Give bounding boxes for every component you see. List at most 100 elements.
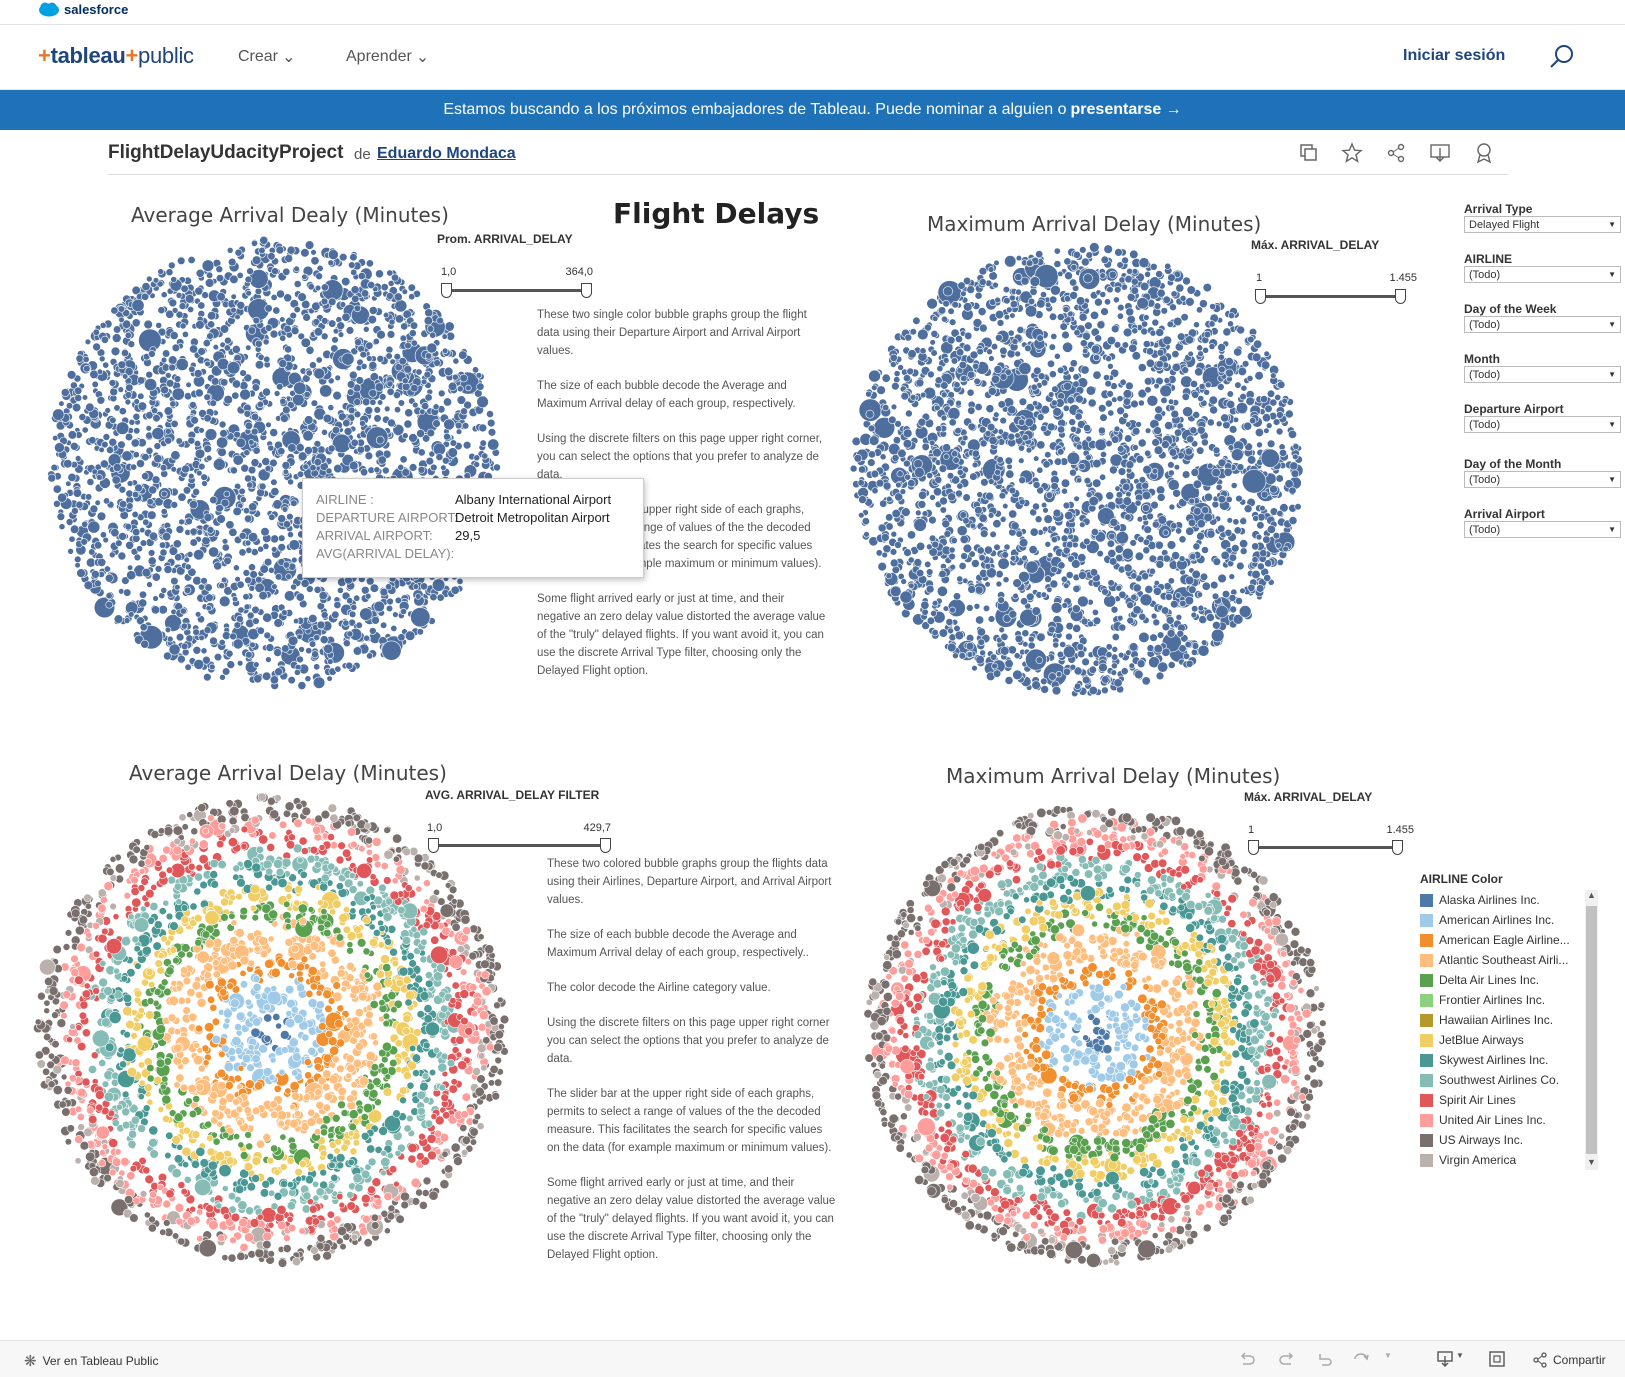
- bubble[interactable]: [189, 344, 199, 354]
- bubble[interactable]: [1185, 526, 1195, 536]
- bubble[interactable]: [1040, 291, 1048, 299]
- bubble[interactable]: [257, 545, 264, 553]
- bubble[interactable]: [1092, 370, 1102, 380]
- bubble[interactable]: [1131, 327, 1139, 335]
- bubble[interactable]: [1155, 328, 1165, 337]
- bubble[interactable]: [209, 399, 217, 407]
- bubble[interactable]: [988, 436, 998, 446]
- bubble[interactable]: [1166, 628, 1176, 638]
- bubble[interactable]: [1104, 380, 1112, 388]
- bubble[interactable]: [203, 513, 213, 522]
- bubble[interactable]: [1130, 277, 1139, 286]
- bubble[interactable]: [1070, 425, 1078, 433]
- bubble[interactable]: [1083, 537, 1091, 546]
- bubble[interactable]: [124, 523, 133, 531]
- bubble[interactable]: [1148, 554, 1157, 563]
- bubble[interactable]: [1189, 552, 1197, 560]
- bubble[interactable]: [160, 586, 168, 594]
- bubble[interactable]: [1044, 451, 1052, 459]
- bubble[interactable]: [486, 410, 494, 418]
- bubble[interactable]: [404, 630, 416, 641]
- bubble[interactable]: [232, 506, 242, 517]
- bubble[interactable]: [1140, 281, 1150, 292]
- bubble[interactable]: [988, 355, 995, 362]
- bubble[interactable]: [175, 291, 183, 299]
- bubble[interactable]: [282, 561, 290, 569]
- bubble[interactable]: [1241, 360, 1250, 368]
- bubble[interactable]: [1105, 651, 1113, 659]
- bubble[interactable]: [86, 478, 95, 486]
- bubble[interactable]: [110, 528, 120, 538]
- bubble[interactable]: [992, 281, 999, 289]
- bubble[interactable]: [1173, 464, 1181, 471]
- bubble[interactable]: [1239, 547, 1248, 555]
- bubble[interactable]: [92, 328, 100, 336]
- bubble[interactable]: [1239, 539, 1249, 549]
- bubble[interactable]: [1050, 525, 1057, 532]
- bubble[interactable]: [1140, 327, 1149, 336]
- bubble[interactable]: [1217, 343, 1226, 352]
- bubble[interactable]: [956, 468, 964, 476]
- bubble[interactable]: [213, 458, 226, 471]
- bubble[interactable]: [72, 488, 83, 498]
- bubble[interactable]: [1091, 608, 1099, 616]
- bubble[interactable]: [1069, 278, 1078, 287]
- bubble[interactable]: [52, 435, 59, 442]
- bubble[interactable]: [212, 343, 219, 351]
- bubble[interactable]: [309, 464, 317, 472]
- bubble[interactable]: [1221, 590, 1231, 599]
- bubble[interactable]: [248, 563, 256, 572]
- bubble[interactable]: [282, 468, 289, 475]
- bubble[interactable]: [424, 308, 434, 318]
- bubble[interactable]: [333, 600, 342, 609]
- bubble[interactable]: [1201, 506, 1210, 515]
- bubble[interactable]: [83, 365, 91, 373]
- bubble[interactable]: [253, 661, 260, 668]
- bubble[interactable]: [410, 339, 418, 347]
- bubble[interactable]: [265, 421, 272, 429]
- bubble[interactable]: [126, 502, 134, 510]
- bubble[interactable]: [161, 532, 172, 542]
- bubble[interactable]: [1131, 351, 1141, 361]
- bubble[interactable]: [1028, 545, 1038, 555]
- bubble[interactable]: [1233, 347, 1243, 357]
- bubble[interactable]: [1179, 599, 1187, 608]
- bubble[interactable]: [373, 406, 381, 414]
- bubble[interactable]: [132, 451, 140, 459]
- bubble[interactable]: [1036, 413, 1045, 421]
- bubble[interactable]: [1034, 515, 1043, 524]
- bubble[interactable]: [259, 564, 269, 574]
- bubble[interactable]: [88, 436, 97, 445]
- bubble[interactable]: [1062, 341, 1074, 353]
- bubble[interactable]: [1094, 297, 1103, 307]
- bubble[interactable]: [207, 311, 217, 321]
- bubble[interactable]: [267, 566, 275, 574]
- bubble[interactable]: [273, 390, 281, 397]
- bubble[interactable]: [365, 259, 374, 268]
- bubble[interactable]: [1076, 296, 1086, 306]
- bubble[interactable]: [1156, 288, 1166, 298]
- bubble[interactable]: [1256, 584, 1265, 593]
- bubble[interactable]: [146, 275, 153, 283]
- bubble[interactable]: [385, 604, 394, 613]
- bubble[interactable]: [919, 391, 927, 399]
- bubble[interactable]: [1170, 290, 1178, 298]
- bubble[interactable]: [1275, 427, 1284, 436]
- bubble[interactable]: [1072, 584, 1081, 593]
- bubble[interactable]: [1256, 562, 1265, 571]
- bubble[interactable]: [153, 454, 163, 464]
- bubble[interactable]: [961, 434, 969, 442]
- bubble[interactable]: [132, 412, 141, 421]
- bubble[interactable]: [1287, 429, 1297, 439]
- bubble[interactable]: [1190, 648, 1198, 656]
- bubble[interactable]: [247, 326, 257, 335]
- bubble[interactable]: [958, 561, 967, 570]
- bubble[interactable]: [447, 447, 458, 458]
- bubble[interactable]: [376, 329, 386, 340]
- bubble[interactable]: [1002, 285, 1010, 294]
- bubble[interactable]: [1096, 320, 1106, 330]
- bubble[interactable]: [885, 572, 893, 580]
- bubble[interactable]: [991, 662, 998, 670]
- bubble[interactable]: [960, 552, 968, 560]
- bubble[interactable]: [195, 268, 205, 278]
